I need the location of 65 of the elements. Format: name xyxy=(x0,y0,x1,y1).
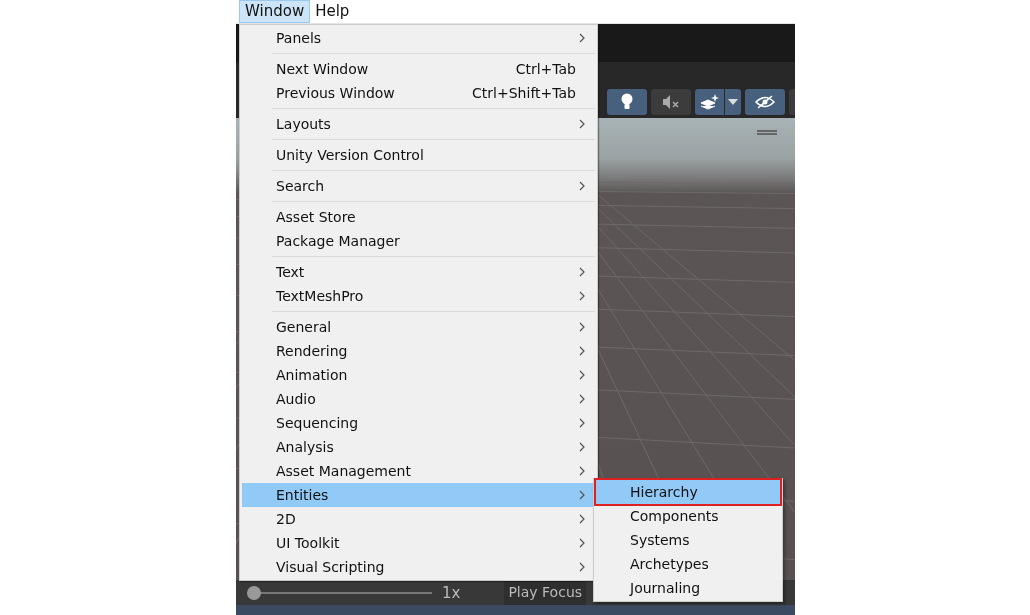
visibility-toggle[interactable] xyxy=(745,89,785,115)
menu-bar-item[interactable]: Window xyxy=(239,0,311,23)
menu-item[interactable]: Asset Store xyxy=(242,205,595,229)
menu-item[interactable]: Journaling xyxy=(596,576,780,600)
menu-item[interactable]: Search xyxy=(242,174,595,198)
lighting-toggle[interactable] xyxy=(607,89,647,115)
menu-item[interactable]: TextMeshPro xyxy=(242,284,595,308)
menu-item-label: Previous Window xyxy=(276,85,395,101)
menu-bar-item[interactable]: Help xyxy=(310,0,355,23)
menu-item-label: Audio xyxy=(276,391,316,407)
caret-icon xyxy=(728,99,738,105)
menu-item-label: General xyxy=(276,319,332,335)
menu-item[interactable]: Sequencing xyxy=(242,411,595,435)
menu-item[interactable]: Components xyxy=(596,504,780,528)
menu-item-label: Next Window xyxy=(276,61,369,77)
play-focused-tab[interactable]: Play Focus xyxy=(504,580,587,605)
menu-item-label: UI Toolkit xyxy=(276,535,340,551)
menu-item-label: Rendering xyxy=(276,343,348,359)
menu-item[interactable]: 2D xyxy=(242,507,595,531)
layers-sparkle-icon xyxy=(699,94,720,110)
hidden-eye-icon xyxy=(754,95,776,109)
menu-item[interactable]: Visual Scripting xyxy=(242,555,595,579)
menu-item[interactable]: Hierarchy xyxy=(596,480,780,504)
menu-item-label: Package Manager xyxy=(276,233,400,249)
slider-thumb[interactable] xyxy=(247,585,261,600)
menu-item-label: Panels xyxy=(276,30,322,46)
menu-item-label: Asset Management xyxy=(276,463,411,479)
menu-item-label: Analysis xyxy=(276,439,334,455)
menu-item-label: Text xyxy=(276,264,305,280)
menu-item[interactable]: Audio xyxy=(242,387,595,411)
menu-item[interactable]: Animation xyxy=(242,363,595,387)
menu-item[interactable]: Layouts xyxy=(242,112,595,136)
effects-dropdown[interactable] xyxy=(725,89,741,115)
menu-item[interactable]: Panels xyxy=(242,26,595,50)
panel-handle-icon[interactable] xyxy=(757,130,777,135)
menu-item[interactable]: Next Window Ctrl+Tab xyxy=(242,57,595,81)
menu-item-label: Animation xyxy=(276,367,348,383)
menu-item-label: Visual Scripting xyxy=(276,559,385,575)
menu-item[interactable]: UI Toolkit xyxy=(242,531,595,555)
menu-item[interactable]: General xyxy=(242,315,595,339)
muted-speaker-icon xyxy=(662,94,680,110)
menu-item-label: 2D xyxy=(276,511,296,527)
menu-item[interactable]: Package Manager xyxy=(242,229,595,253)
menu-item-label: Search xyxy=(276,178,325,194)
light-bulb-icon xyxy=(620,93,634,111)
menu-item[interactable]: Archetypes xyxy=(596,552,780,576)
menu-item-label: Asset Store xyxy=(276,209,356,225)
speed-label: 1x xyxy=(442,583,461,602)
menu-item-label: TextMeshPro xyxy=(276,288,364,304)
menu-item[interactable]: Systems xyxy=(596,528,780,552)
menu-item-label: Layouts xyxy=(276,116,331,132)
menu-item[interactable]: Text xyxy=(242,260,595,284)
menu-item-label: Entities xyxy=(276,487,329,503)
menu-item-label: Unity Version Control xyxy=(276,147,424,163)
audio-toggle[interactable] xyxy=(651,89,691,115)
menu-item[interactable]: Analysis xyxy=(242,435,595,459)
menu-item[interactable]: Asset Management xyxy=(242,459,595,483)
shortcut-label: Ctrl+Shift+Tab xyxy=(472,85,576,101)
menu-item-label: Sequencing xyxy=(276,415,359,431)
shortcut-label: Ctrl+Tab xyxy=(515,61,576,77)
menu-item[interactable]: Previous Window Ctrl+Shift+Tab xyxy=(242,81,595,105)
effects-toggle[interactable] xyxy=(695,89,724,115)
menu-item[interactable]: Entities xyxy=(242,483,595,507)
menu-item[interactable]: Unity Version Control xyxy=(242,143,595,167)
menu-item[interactable]: Rendering xyxy=(242,339,595,363)
